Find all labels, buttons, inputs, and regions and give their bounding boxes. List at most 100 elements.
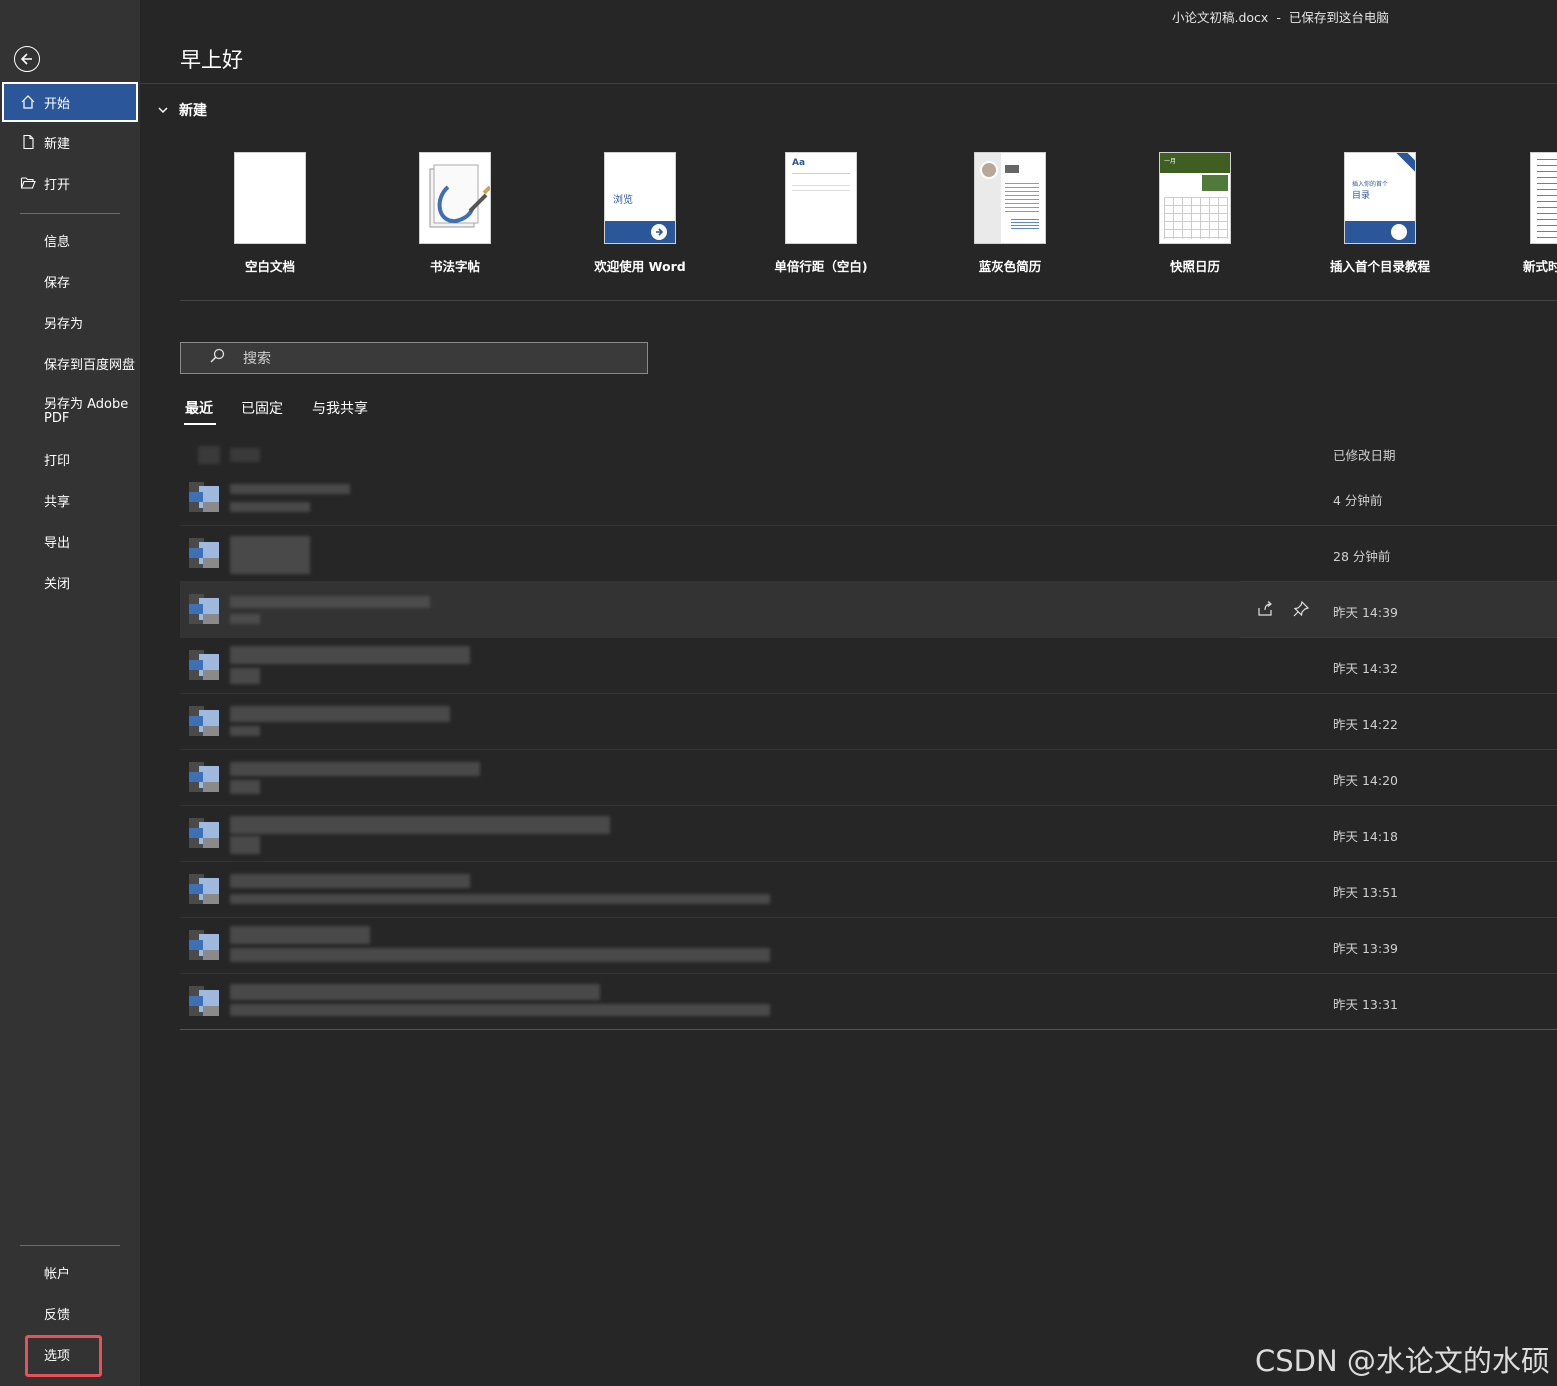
filepath-blurred — [230, 502, 310, 512]
thumb-line — [792, 185, 850, 186]
header-divider — [140, 83, 1557, 84]
template-name: 插入首个目录教程 — [1329, 259, 1430, 274]
template-snapshot-calendar[interactable]: 一月 快照日历 — [1105, 152, 1285, 275]
table-row[interactable]: 昨天 13:31 — [180, 974, 1557, 1030]
modified-date: 昨天 14:18 — [1333, 829, 1398, 844]
share-icon[interactable] — [1255, 599, 1275, 619]
template-toc-tutorial[interactable]: 插入你的首个 目录 插入首个目录教程 — [1290, 152, 1470, 275]
row-divider — [180, 1029, 1557, 1030]
column-header-modified-date[interactable]: 已修改日期 — [1333, 445, 1396, 464]
filename-blurred — [230, 596, 430, 608]
home-icon — [20, 94, 36, 110]
word-file-icon — [189, 538, 219, 568]
filepath-blurred — [230, 726, 260, 736]
template-modern-partial[interactable]: 新式时 — [1475, 152, 1557, 275]
modified-date: 昨天 14:20 — [1333, 773, 1398, 788]
save-status: 已保存到这台电脑 — [1288, 10, 1389, 25]
sidebar-item-open[interactable]: 打开 — [2, 163, 138, 203]
table-row[interactable]: 昨天 14:18 — [180, 806, 1557, 862]
template-blue-gray-resume[interactable]: 蓝灰色简历 — [920, 152, 1100, 275]
table-row[interactable]: 昨天 14:39 — [180, 582, 1557, 638]
filename-blurred — [230, 874, 470, 888]
table-row[interactable]: 28 分钟前 — [180, 526, 1557, 582]
arrow-right-icon — [651, 224, 667, 240]
word-file-icon — [189, 706, 219, 736]
sidebar-item-save-baidu[interactable]: 保存到百度网盘 — [2, 343, 138, 383]
pin-icon[interactable] — [1291, 599, 1311, 619]
modified-date: 昨天 14:32 — [1333, 661, 1398, 676]
new-doc-icon — [20, 134, 36, 150]
word-file-icon — [189, 650, 219, 680]
resume-text-graphic — [1005, 183, 1039, 213]
template-welcome-word[interactable]: 浏览 欢迎使用 Word — [550, 152, 730, 275]
template-name: 新式时 — [1523, 259, 1557, 274]
thumb-browse-text: 浏览 — [613, 195, 633, 206]
template-calligraphy[interactable]: 书法字帖 — [365, 152, 545, 275]
word-file-icon — [189, 594, 219, 624]
sidebar-item-info[interactable]: 信息 — [2, 220, 138, 260]
filepath-blurred — [230, 668, 260, 684]
modified-date: 昨天 13:31 — [1333, 997, 1398, 1012]
filename-blurred — [230, 762, 480, 776]
table-row[interactable]: 昨天 13:51 — [180, 862, 1557, 918]
tab-shared-with-me[interactable]: 与我共享 — [312, 398, 368, 418]
document-filename: 小论文初稿.docx — [1172, 10, 1269, 25]
sidebar-item-label: 导出 — [44, 535, 71, 551]
sidebar-item-label: 关闭 — [44, 576, 71, 592]
sidebar-item-label: 另存为 Adobe PDF — [44, 397, 129, 426]
filename-blurred — [230, 646, 470, 664]
tab-pinned[interactable]: 已固定 — [241, 398, 283, 418]
sidebar-item-feedback[interactable]: 反馈 — [2, 1293, 138, 1333]
calendar-month-text: 一月 — [1164, 158, 1177, 165]
page-title: 早上好 — [180, 48, 243, 72]
table-row[interactable]: 4 分钟前 — [180, 470, 1557, 526]
sidebar-item-save[interactable]: 保存 — [2, 261, 138, 301]
new-section-header[interactable]: 新建 — [157, 100, 207, 120]
table-row[interactable]: 昨天 14:20 — [180, 750, 1557, 806]
template-thumbnail — [1530, 152, 1557, 244]
sidebar-item-label: 信息 — [44, 234, 71, 250]
sidebar-item-label: 反馈 — [44, 1307, 71, 1323]
thumb-toc-text: 目录 — [1352, 191, 1371, 201]
table-row[interactable]: 昨天 14:22 — [180, 694, 1557, 750]
thumb-red-lines — [1537, 159, 1557, 239]
sidebar-item-label: 选项 — [44, 1348, 71, 1364]
sidebar-item-new[interactable]: 新建 — [2, 122, 138, 162]
sidebar-item-label: 保存到百度网盘 — [44, 357, 136, 373]
sidebar-item-close[interactable]: 关闭 — [2, 562, 138, 602]
search-input[interactable]: 搜索 — [180, 342, 648, 374]
template-blank-document[interactable]: 空白文档 — [180, 152, 360, 275]
folder-open-icon — [20, 175, 36, 191]
thumb-lines — [792, 173, 850, 191]
watermark: CSDN @水论文的水硕 — [1255, 1344, 1550, 1378]
tab-recent[interactable]: 最近 — [185, 398, 213, 418]
word-file-icon — [189, 986, 219, 1016]
sidebar-item-save-as[interactable]: 另存为 — [2, 302, 138, 342]
template-single-spaced[interactable]: Aa 单倍行距（空白) — [731, 152, 911, 275]
filename-blurred — [230, 484, 350, 494]
template-name: 蓝灰色简历 — [978, 259, 1042, 274]
modified-date: 昨天 14:22 — [1333, 717, 1398, 732]
sidebar-item-print[interactable]: 打印 — [2, 439, 138, 479]
sidebar-item-home[interactable]: 开始 — [2, 82, 138, 122]
sidebar-item-export[interactable]: 导出 — [2, 521, 138, 561]
template-thumbnail — [419, 152, 491, 244]
filename-blurred — [230, 816, 610, 834]
sidebar-item-options[interactable]: 选项 — [2, 1334, 138, 1374]
search-placeholder: 搜索 — [243, 351, 271, 367]
sidebar-item-save-adobe-pdf[interactable]: 另存为 Adobe PDF — [2, 392, 138, 432]
back-arrow-icon[interactable] — [14, 46, 40, 72]
table-row[interactable]: 昨天 14:32 — [180, 638, 1557, 694]
modified-date: 28 分钟前 — [1333, 549, 1391, 564]
template-thumbnail: 一月 — [1159, 152, 1231, 244]
resume-bars-graphic — [1011, 219, 1039, 229]
table-row[interactable]: 昨天 13:39 — [180, 918, 1557, 974]
sidebar-item-account[interactable]: 帐户 — [2, 1252, 138, 1292]
sidebar-item-share[interactable]: 共享 — [2, 480, 138, 520]
tab-active-indicator — [184, 423, 216, 425]
template-thumbnail: 浏览 — [604, 152, 676, 244]
sidebar-item-label: 保存 — [44, 275, 71, 291]
template-thumbnail: 插入你的首个 目录 — [1344, 152, 1416, 244]
window-title: 小论文初稿.docx - 已保存到这台电脑 — [1172, 7, 1389, 26]
calendar-grid-graphic — [1164, 197, 1228, 239]
